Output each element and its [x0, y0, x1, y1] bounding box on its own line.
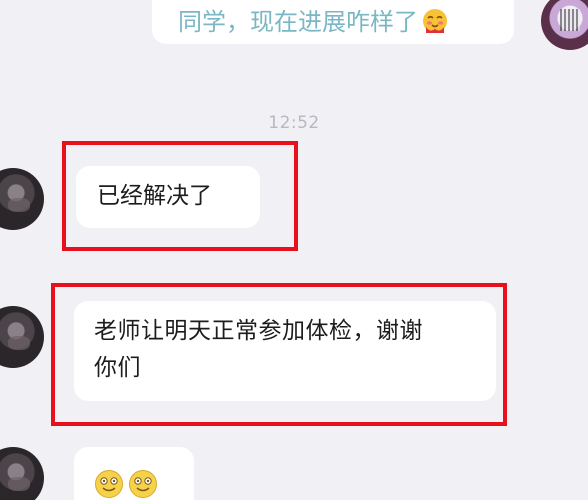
incoming-message-bubble[interactable]: 老师让明天正常参加体检，谢谢 你们 [74, 301, 496, 401]
user-avatar-right[interactable] [541, 0, 588, 50]
incoming-message-bubble[interactable]: 已经解决了 [76, 166, 260, 228]
incoming-message-text-line2: 你们 [94, 355, 141, 381]
outgoing-message-text: 同学，现在进展咋样了 [178, 8, 418, 36]
avatar-pattern [560, 9, 580, 31]
smiling-face-emoji-icon [129, 470, 157, 498]
message-timestamp: 12:52 [268, 113, 320, 133]
blushing-face-emoji-icon [423, 9, 447, 33]
contact-avatar[interactable] [0, 168, 44, 230]
incoming-message-text: 已经解决了 [97, 183, 212, 209]
chat-view: 同学，现在进展咋样了 12:52 已经解决了 老师让明天正常参加体检，谢谢 你们 [0, 0, 588, 500]
contact-avatar[interactable] [0, 447, 44, 500]
incoming-message-text-line1: 老师让明天正常参加体检，谢谢 [94, 318, 423, 344]
incoming-emoji-bubble[interactable] [74, 447, 194, 500]
smiling-face-emoji-icon [95, 470, 123, 498]
contact-avatar[interactable] [0, 306, 44, 368]
outgoing-message-bubble[interactable]: 同学，现在进展咋样了 [152, 0, 514, 44]
